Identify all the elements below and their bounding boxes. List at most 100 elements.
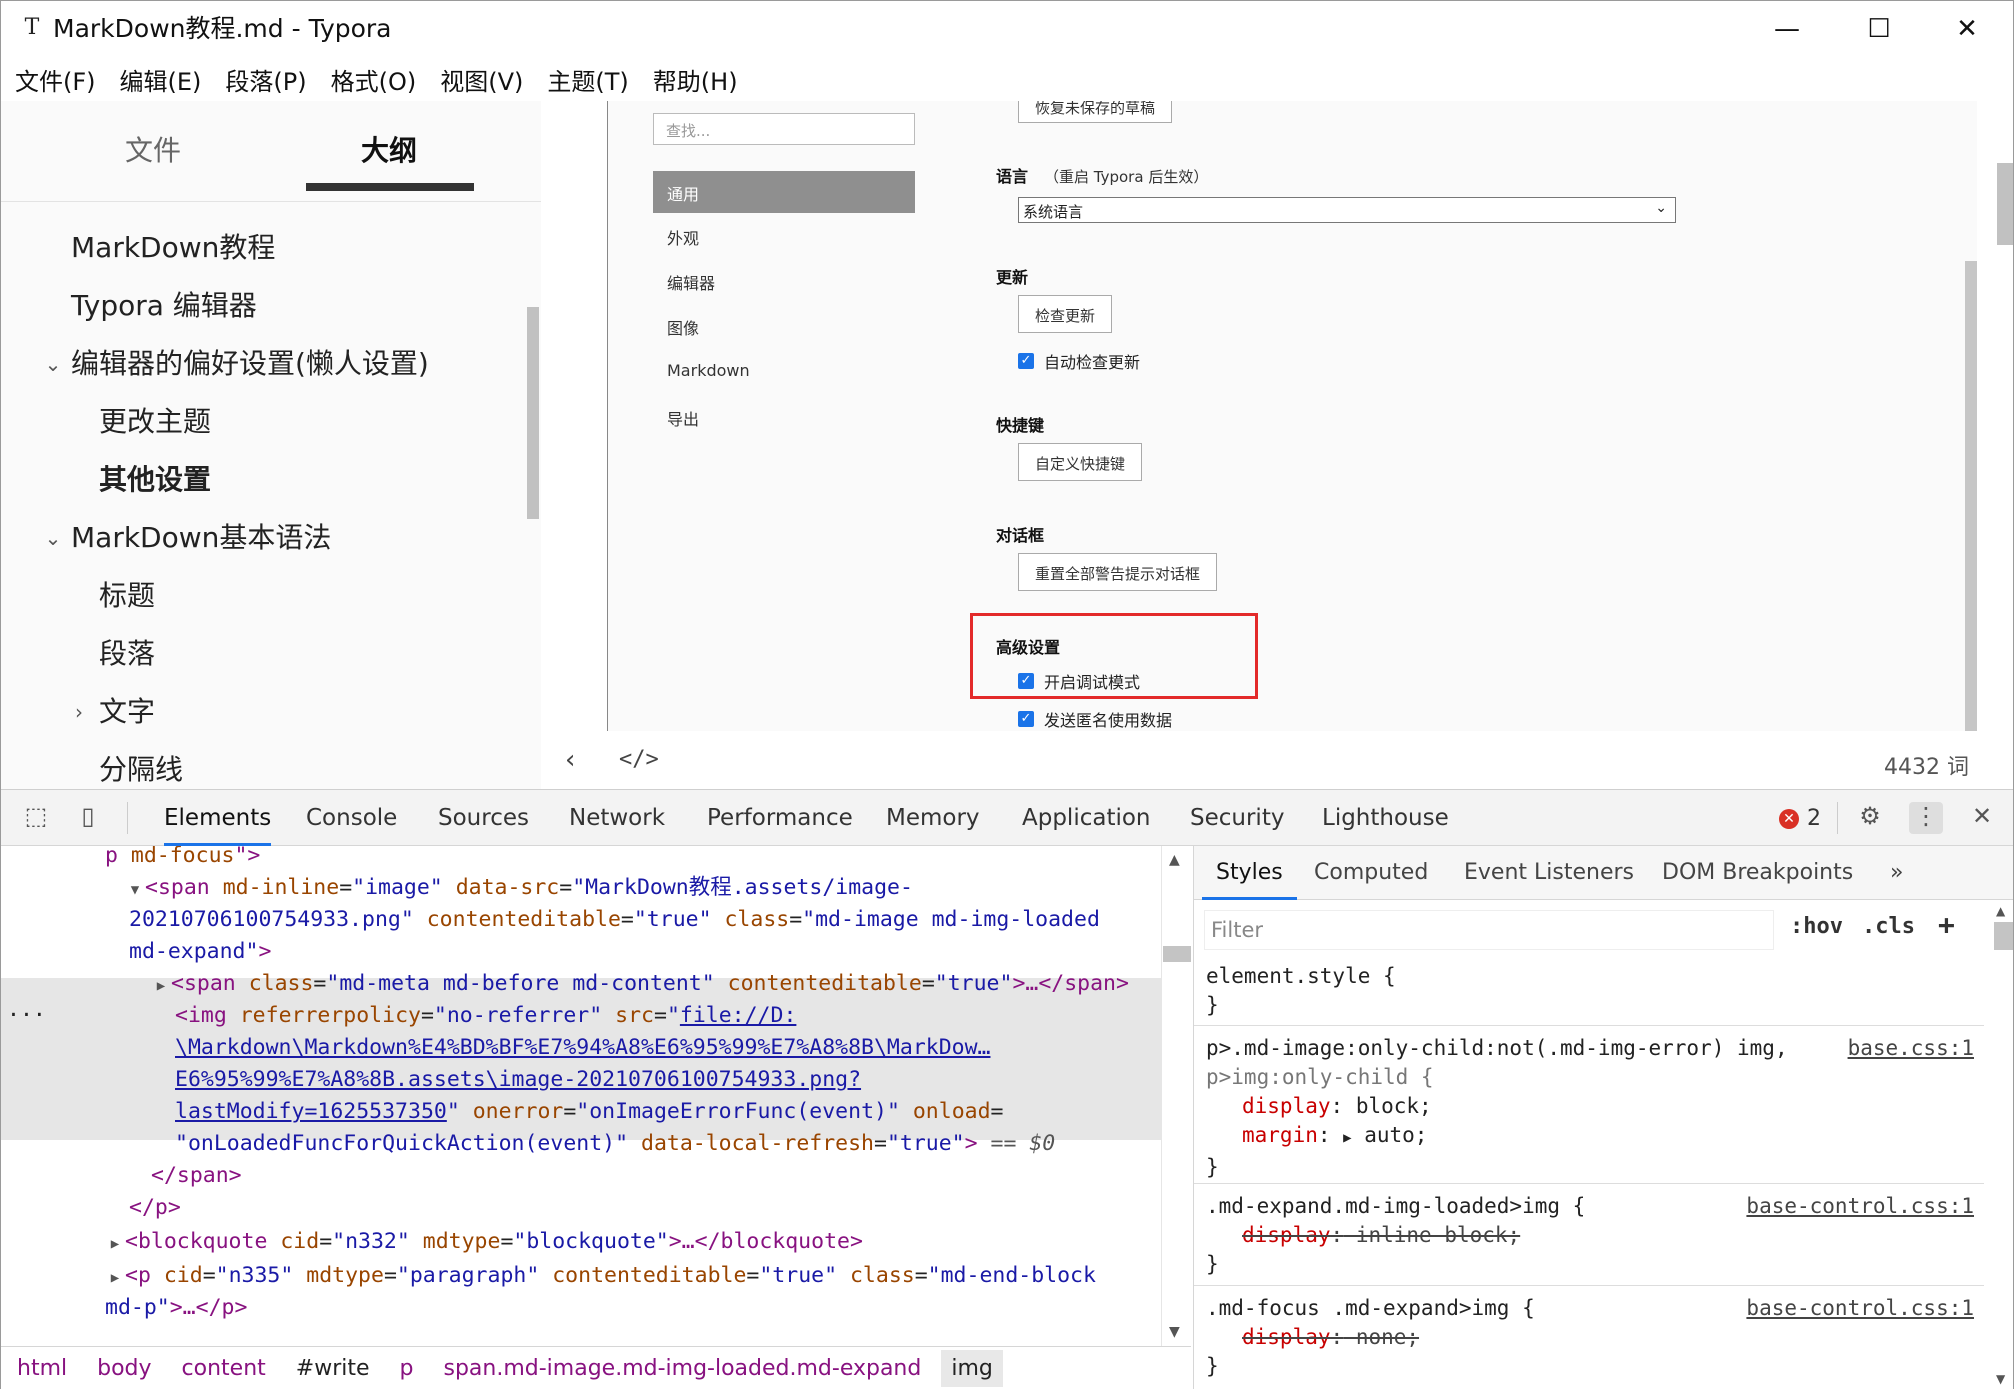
dom-line[interactable]: ▼ <span md-inline="image" data-src="MarkD… — [1, 872, 1161, 906]
menu-theme[interactable]: 主题(T) — [547, 62, 628, 97]
scroll-thumb[interactable] — [1994, 922, 2013, 950]
outline-item[interactable]: ⌄ MarkDown基本语法 — [1, 509, 521, 567]
scroll-up-icon[interactable]: ▲ — [1996, 904, 2005, 918]
tab-event-listeners[interactable]: Event Listeners — [1464, 846, 1634, 900]
menu-paragraph[interactable]: 段落(P) — [225, 62, 306, 97]
dom-line[interactable]: md-expand"> — [1, 936, 1161, 968]
back-icon[interactable]: ‹ — [565, 745, 575, 775]
style-rule-focus[interactable]: .md-focus .md-expand>img { display: none… — [1194, 1288, 1984, 1389]
dom-line-selected[interactable]: ··· <img referrerpolicy="no-referrer" src… — [1, 1000, 1161, 1032]
tab-network[interactable]: Network — [569, 790, 665, 846]
chevron-down-icon[interactable]: ⌄ — [43, 509, 63, 567]
scroll-down-icon[interactable]: ▼ — [1169, 1324, 1180, 1340]
dom-line[interactable]: </p> — [1, 1192, 1161, 1224]
sidebar-scrollbar[interactable] — [527, 307, 539, 519]
prefs-nav-export[interactable]: 导出 — [653, 396, 915, 438]
hover-state-toggle[interactable]: :hov — [1790, 914, 1843, 939]
class-toggle[interactable]: .cls — [1862, 914, 1915, 939]
close-devtools-icon[interactable]: ✕ — [1965, 802, 1999, 834]
outline-item[interactable]: › 文字 — [1, 683, 521, 741]
tab-styles[interactable]: Styles — [1202, 846, 1297, 900]
restore-drafts-button[interactable]: 恢复未保存的草稿 — [1018, 101, 1173, 123]
editor-scrollbar[interactable] — [1997, 163, 2013, 245]
style-rule-element[interactable]: element.style { } — [1194, 958, 1984, 1026]
crumb-write[interactable]: #write — [296, 1356, 370, 1381]
crumb-img[interactable]: img — [941, 1350, 1003, 1387]
dom-line[interactable]: p md-focus"> — [1, 846, 1161, 872]
prefs-nav-image[interactable]: 图像 — [653, 305, 915, 347]
language-select[interactable]: 系统语言 ⌄ — [1018, 197, 1676, 223]
dom-line[interactable]: ▶ <blockquote cid="n332" mdtype="blockquo… — [1, 1226, 1161, 1260]
check-update-button[interactable]: 检查更新 — [1018, 295, 1113, 333]
source-link[interactable]: base-control.css:1 — [1746, 1294, 1974, 1323]
outline-item[interactable]: 其他设置 — [1, 451, 521, 509]
tab-dom-breakpoints[interactable]: DOM Breakpoints — [1662, 846, 1853, 900]
more-tabs-icon[interactable]: » — [1890, 846, 1903, 900]
tab-console[interactable]: Console — [306, 790, 397, 846]
crumb-span[interactable]: span.md-image.md-img-loaded.md-expand — [444, 1356, 922, 1381]
scroll-thumb[interactable] — [1163, 946, 1191, 962]
styles-scrollbar[interactable]: ▲ ▼ — [1992, 900, 2013, 1389]
dom-line[interactable]: md-p">…</p> — [1, 1292, 1161, 1324]
minimize-button[interactable]: — — [1741, 1, 1833, 57]
outline-item[interactable]: MarkDown教程 — [1, 219, 521, 277]
tab-memory[interactable]: Memory — [886, 790, 980, 846]
menu-format[interactable]: 格式(O) — [331, 62, 417, 97]
dom-line[interactable]: </span> — [1, 1160, 1161, 1192]
crumb-content[interactable]: content — [182, 1356, 266, 1381]
close-button[interactable]: ✕ — [1921, 1, 2013, 57]
dom-line[interactable]: ▶ <p cid="n335" mdtype="paragraph" conten… — [1, 1260, 1161, 1294]
tab-computed[interactable]: Computed — [1314, 846, 1428, 900]
dom-line[interactable]: ▶ <span class="md-meta md-before md-conte… — [1, 968, 1161, 1002]
tab-outline[interactable]: 大纲 — [361, 129, 417, 169]
word-count[interactable]: 4432 词 — [1884, 749, 1969, 781]
error-counter[interactable]: ✕ 2 — [1779, 806, 1821, 831]
elements-scrollbar[interactable]: ▲ ▼ — [1161, 846, 1191, 1346]
source-code-mode-icon[interactable]: </> — [619, 747, 659, 772]
chevron-down-icon[interactable]: ⌄ — [43, 335, 63, 393]
menu-help[interactable]: 帮助(H) — [653, 62, 738, 97]
styles-filter-input[interactable]: Filter — [1204, 910, 1774, 950]
outline-item[interactable]: 标题 — [1, 567, 521, 625]
scroll-up-icon[interactable]: ▲ — [1169, 852, 1180, 868]
tab-application[interactable]: Application — [1022, 790, 1151, 846]
source-link[interactable]: base.css:1 — [1848, 1034, 1974, 1063]
scroll-down-icon[interactable]: ▼ — [1996, 1372, 2005, 1386]
maximize-button[interactable]: ☐ — [1833, 1, 1925, 57]
menu-view[interactable]: 视图(V) — [440, 62, 523, 97]
outline-item[interactable]: 段落 — [1, 625, 521, 683]
menu-file[interactable]: 文件(F) — [15, 62, 96, 97]
tab-performance[interactable]: Performance — [707, 790, 853, 846]
prefs-nav-editor[interactable]: 编辑器 — [653, 260, 915, 302]
prefs-nav-appearance[interactable]: 外观 — [653, 215, 915, 257]
dom-line[interactable]: 20210706100754933.png" contenteditable="… — [1, 904, 1161, 936]
prefs-nav-general[interactable]: 通用 — [653, 171, 915, 213]
new-style-rule-icon[interactable]: + — [1938, 908, 1955, 941]
inspect-element-icon[interactable]: ⬚ — [19, 802, 53, 834]
tab-sources[interactable]: Sources — [438, 790, 529, 846]
style-rule-expand[interactable]: .md-expand.md-img-loaded>img { display: … — [1194, 1186, 1984, 1286]
outline-item[interactable]: Typora 编辑器 — [1, 277, 521, 335]
dom-line[interactable]: E6%95%99%E7%A8%8B.assets\image-202107061… — [1, 1064, 1161, 1096]
tab-lighthouse[interactable]: Lighthouse — [1322, 790, 1449, 846]
gear-icon[interactable]: ⚙ — [1853, 802, 1887, 834]
crumb-p[interactable]: p — [400, 1356, 414, 1381]
tab-elements[interactable]: Elements — [164, 790, 272, 846]
prefs-nav-markdown[interactable]: Markdown — [653, 351, 915, 393]
prefs-search-input[interactable]: 查找... — [653, 113, 915, 145]
outline-item[interactable]: ⌄ 编辑器的偏好设置(懒人设置) — [1, 335, 521, 393]
dom-line[interactable]: lastModify=1625537350" onerror="onImageE… — [1, 1096, 1161, 1128]
style-rule-base[interactable]: p>.md-image:only-child:not(.md-img-error… — [1194, 1028, 1984, 1184]
tab-security[interactable]: Security — [1190, 790, 1284, 846]
dom-line[interactable]: "onLoadedFuncForQuickAction(event)" data… — [1, 1128, 1161, 1160]
crumb-body[interactable]: body — [97, 1356, 151, 1381]
reset-dialogs-button[interactable]: 重置全部警告提示对话框 — [1018, 553, 1218, 591]
dom-line[interactable]: \Markdown\Markdown%E4%BD%BF%E7%94%A8%E6%… — [1, 1032, 1161, 1064]
more-options-icon[interactable]: ⋮ — [1909, 802, 1943, 834]
chevron-right-icon[interactable]: › — [69, 683, 89, 741]
menu-edit[interactable]: 编辑(E) — [120, 62, 202, 97]
tab-files[interactable]: 文件 — [125, 129, 181, 169]
source-link[interactable]: base-control.css:1 — [1746, 1192, 1974, 1221]
auto-check-update-checkbox[interactable]: ✓ 自动检查更新 — [1018, 349, 1140, 373]
crumb-html[interactable]: html — [17, 1356, 67, 1381]
